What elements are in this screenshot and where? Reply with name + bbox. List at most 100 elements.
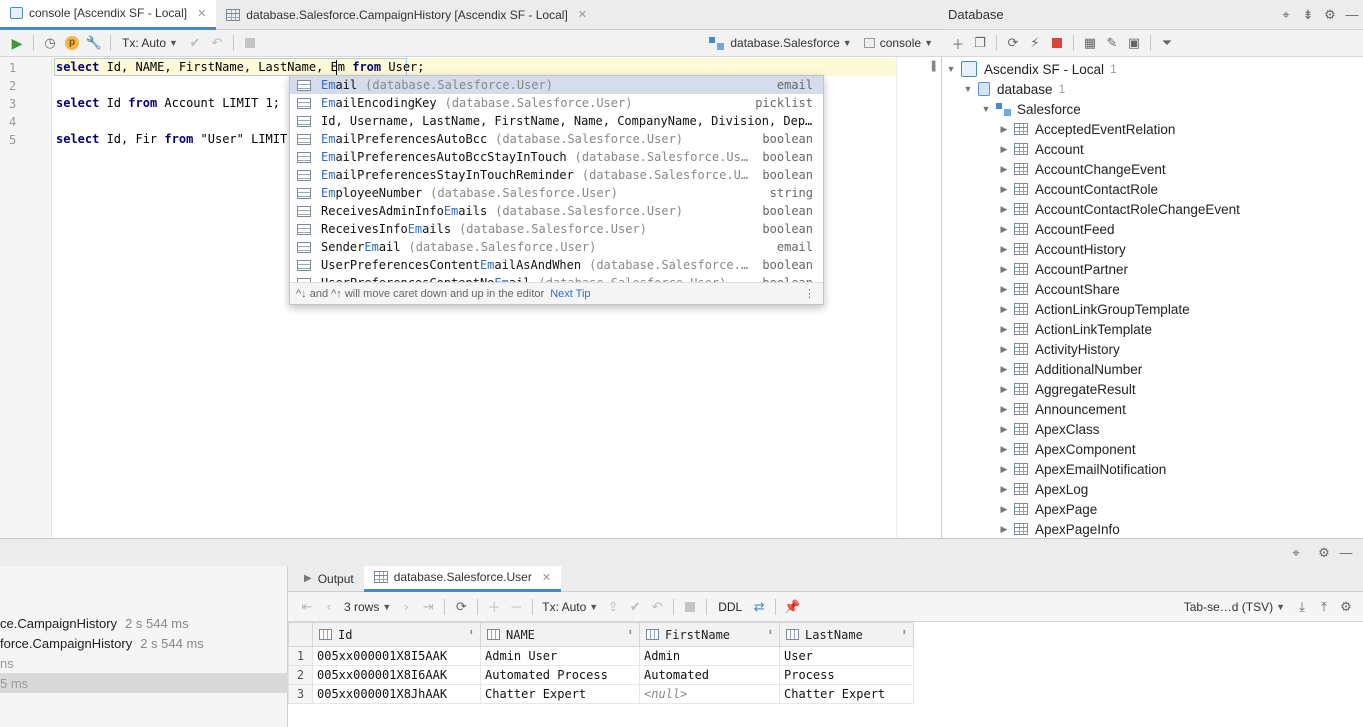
tree-table-item[interactable]: ▶ AccountContactRoleChangeEvent (998, 199, 1240, 219)
edit-icon[interactable]: ✎ (1101, 32, 1123, 54)
collapsed-triangle-icon[interactable]: ▶ (998, 124, 1010, 135)
column-header-name[interactable]: NAME ⬍ (480, 622, 640, 647)
schema-selector[interactable]: database.Salesforce ▼ (709, 36, 852, 50)
table-cell[interactable]: Automated Process (480, 665, 640, 685)
code-line-3[interactable]: select Id from Account LIMIT 1; (56, 96, 280, 110)
tree-table-item[interactable]: ▶ ApexComponent (998, 439, 1136, 459)
tree-datasource[interactable]: ▼ Ascendix SF - Local 1 (945, 59, 1117, 79)
table-cell[interactable]: Admin (639, 646, 780, 666)
autocomplete-item[interactable]: EmailPreferencesAutoBcc (database.Salesfo… (290, 130, 823, 148)
previous-page-icon[interactable]: ‹ (318, 596, 340, 618)
next-page-icon[interactable]: › (395, 596, 417, 618)
tree-table-item[interactable]: ▶ ApexPageInfo (998, 519, 1120, 539)
collapsed-triangle-icon[interactable]: ▶ (998, 184, 1010, 195)
tree-table-item[interactable]: ▶ AccountFeed (998, 219, 1115, 239)
collapsed-triangle-icon[interactable]: ▶ (998, 304, 1010, 315)
tree-table-item[interactable]: ▶ ActionLinkTemplate (998, 319, 1153, 339)
tree-table-item[interactable]: ▶ ActivityHistory (998, 339, 1120, 359)
tree-table-item[interactable]: ▶ Announcement (998, 399, 1126, 419)
expanded-triangle-icon[interactable]: ▼ (945, 64, 957, 74)
tree-table-item[interactable]: ▶ AccountShare (998, 279, 1120, 299)
rows-dropdown[interactable]: 3 rows ▼ (344, 600, 391, 614)
collapsed-triangle-icon[interactable]: ▶ (998, 504, 1010, 515)
table-row[interactable]: 2 005xx000001X8I6AAK Automated Process Auto… (288, 665, 914, 685)
tree-table-item[interactable]: ▶ ApexLog (998, 479, 1089, 499)
table-cell[interactable]: 005xx000001X8I6AAK (312, 665, 481, 685)
history-item[interactable]: ns (0, 653, 288, 673)
last-page-icon[interactable]: ⇥ (417, 596, 439, 618)
sort-icon[interactable]: ⬍ (902, 628, 907, 638)
gear-icon[interactable]: ⚙ (1319, 4, 1341, 26)
tree-table-item[interactable]: ▶ AccountChangeEvent (998, 159, 1166, 179)
collapsed-triangle-icon[interactable]: ▶ (998, 384, 1010, 395)
tree-table-item[interactable]: ▶ Account (998, 139, 1084, 159)
collapsed-triangle-icon[interactable]: ▶ (998, 224, 1010, 235)
history-item[interactable]: ce.CampaignHistory 2 s 544 ms (0, 613, 288, 633)
table-cell[interactable]: User (779, 646, 914, 666)
tree-table-item[interactable]: ▶ AccountPartner (998, 259, 1129, 279)
code-line-1[interactable]: select Id, NAME, FirstName, LastName, Em… (56, 60, 425, 74)
collapsed-triangle-icon[interactable]: ▶ (998, 264, 1010, 275)
column-header-lastname[interactable]: LastName ⬍ (779, 622, 914, 647)
tab-user-results[interactable]: database.Salesforce.User ✕ (363, 565, 562, 592)
first-page-icon[interactable]: ⇤ (296, 596, 318, 618)
collapsed-triangle-icon[interactable]: ▶ (998, 204, 1010, 215)
submit-icon[interactable]: ⇪ (602, 596, 624, 618)
column-header-firstname[interactable]: FirstName ⬍ (639, 622, 780, 647)
collapsed-triangle-icon[interactable]: ▶ (998, 284, 1010, 295)
tree-table-item[interactable]: ▶ ApexEmailNotification (998, 459, 1167, 479)
table-row[interactable]: 3 005xx000001X8JhAAK Chatter Expert <null> C… (288, 684, 914, 704)
autocomplete-item[interactable]: EmployeeNumber (database.Salesforce.User)… (290, 184, 823, 202)
stop-icon[interactable] (1046, 32, 1068, 54)
add-icon[interactable]: ＋ (947, 32, 969, 54)
table-cell[interactable]: 005xx000001X8JhAAK (312, 684, 481, 704)
table-cell[interactable]: Chatter Expert (779, 684, 914, 704)
autocomplete-item[interactable]: ReceivesInfoEmails (database.Salesforce.U… (290, 220, 823, 238)
ddl-button[interactable]: DDL (718, 600, 742, 614)
collapsed-triangle-icon[interactable]: ▶ (998, 364, 1010, 375)
close-icon[interactable]: ✕ (197, 7, 206, 20)
tree-table-item[interactable]: ▶ ApexClass (998, 419, 1100, 439)
expanded-triangle-icon[interactable]: ▼ (980, 104, 992, 114)
tree-schema[interactable]: ▼ Salesforce (980, 99, 1081, 119)
tab-output[interactable]: ▶ Output (294, 566, 364, 592)
table-cell[interactable]: <null> (639, 684, 780, 704)
collapsed-triangle-icon[interactable]: ▶ (998, 484, 1010, 495)
code-line-5[interactable]: select Id, Fir from "User" LIMIT 1 (56, 132, 302, 146)
tree-table-item[interactable]: ▶ AggregateResult (998, 379, 1136, 399)
table-cell[interactable]: Process (779, 665, 914, 685)
reload-icon[interactable]: ⟳ (450, 596, 472, 618)
collapsed-triangle-icon[interactable]: ▶ (998, 524, 1010, 535)
tx-mode-dropdown[interactable]: Tx: Auto ▼ (122, 36, 178, 50)
console-selector[interactable]: console ▼ (863, 36, 933, 50)
tx-mode-dropdown[interactable]: Tx: Auto ▼ (542, 600, 598, 614)
gear-icon[interactable]: ⚙ (1313, 542, 1335, 564)
autocomplete-item[interactable]: Id, Username, LastName, FirstName, Name,… (290, 112, 823, 130)
collapsed-triangle-icon[interactable]: ▶ (998, 464, 1010, 475)
compare-icon[interactable]: ⇄ (748, 596, 770, 618)
tab-campaign-history[interactable]: database.Salesforce.CampaignHistory [Asc… (216, 0, 597, 30)
autocomplete-item[interactable]: EmailPreferencesAutoBccStayInTouch (datab… (290, 148, 823, 166)
autocomplete-item[interactable]: Email (database.Salesforce.User) email (290, 76, 823, 94)
collapsed-triangle-icon[interactable]: ▶ (998, 344, 1010, 355)
collapsed-triangle-icon[interactable]: ▶ (998, 404, 1010, 415)
history-item[interactable]: force.CampaignHistory 2 s 544 ms (0, 633, 288, 653)
tree-table-item[interactable]: ▶ AcceptedEventRelation (998, 119, 1176, 139)
download-icon[interactable]: ⤓ (1291, 596, 1313, 618)
rollback-icon[interactable]: ↶ (646, 596, 668, 618)
add-row-icon[interactable]: ＋ (483, 596, 505, 618)
table-view-icon[interactable]: ▦ (1079, 32, 1101, 54)
history-icon[interactable]: ◷ (39, 32, 61, 54)
autocomplete-item[interactable]: SenderEmail (database.Salesforce.User) ema… (290, 238, 823, 256)
table-cell[interactable]: Automated (639, 665, 780, 685)
more-options-icon[interactable]: ⋮ (804, 287, 815, 300)
parameters-icon[interactable]: p (61, 32, 83, 54)
sort-icon[interactable]: ⬍ (469, 628, 474, 638)
table-cell[interactable]: Admin User (480, 646, 640, 666)
next-tip-link[interactable]: Next Tip (550, 288, 590, 300)
close-icon[interactable]: ✕ (578, 8, 587, 21)
history-item[interactable]: 5 ms (0, 673, 288, 693)
sort-icon[interactable]: ⬍ (628, 628, 633, 638)
collapsed-triangle-icon[interactable]: ▶ (998, 244, 1010, 255)
wrench-icon[interactable]: 🔧 (83, 32, 105, 54)
